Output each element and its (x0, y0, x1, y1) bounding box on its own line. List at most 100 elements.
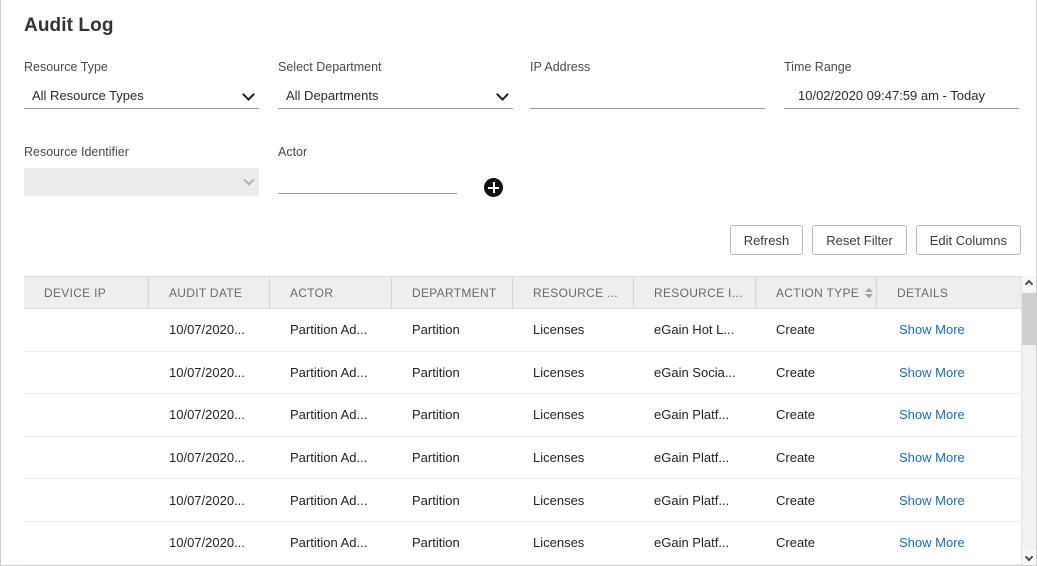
filter-resource-identifier: Resource Identifier (24, 145, 259, 196)
table-vertical-scrollbar[interactable] (1021, 276, 1036, 565)
actor-input[interactable] (278, 168, 457, 193)
page-title: Audit Log (24, 15, 114, 36)
table-cell: Licenses (533, 535, 585, 551)
column-header[interactable]: ACTION TYPE (756, 277, 877, 308)
column-header[interactable]: DETAILS (877, 277, 989, 308)
ip-address-input[interactable] (530, 83, 765, 108)
table-cell: Partition (412, 322, 460, 338)
filter-actor-label: Actor (278, 145, 308, 159)
filter-actor: Actor (278, 145, 457, 194)
filter-time-range-label: Time Range (784, 60, 852, 74)
show-more-link[interactable]: Show More (877, 437, 989, 479)
table-header-row: DEVICE IP AUDIT DATE ACTOR DEPARTMENT RESOUR… (24, 276, 1023, 309)
time-range-field-wrap[interactable]: 10/02/2020 09:47:59 am - Today (784, 83, 1019, 109)
table-row[interactable]: 10/07/2020... Partition Ad... Partition Lic… (24, 394, 1023, 437)
table-cell: 10/07/2020... (169, 322, 245, 338)
table-cell: 10/07/2020... (169, 492, 245, 508)
column-header[interactable]: AUDIT DATE (149, 277, 270, 308)
resource-type-value: All Resource Types (32, 88, 144, 103)
column-header[interactable]: RESOURCE I... (634, 277, 756, 308)
table-cell: eGain Platf... (654, 407, 730, 423)
actor-field-wrap (278, 168, 457, 194)
table-cell: Create (776, 364, 816, 380)
show-more-link[interactable]: Show More (877, 352, 989, 394)
column-header[interactable]: RESOURCE ... (513, 277, 634, 308)
filter-ip-address-label: IP Address (530, 60, 591, 74)
filter-time-range: Time Range 10/02/2020 09:47:59 am - Toda… (784, 60, 1019, 109)
table-cell: eGain Platf... (654, 450, 730, 466)
chevron-down-icon (242, 87, 255, 101)
table-row[interactable]: 10/07/2020... Partition Ad... Partition Lic… (24, 436, 1023, 480)
column-header-label: RESOURCE I... (654, 285, 743, 300)
resource-identifier-select[interactable] (24, 168, 259, 196)
table-cell (24, 437, 149, 479)
chevron-up-icon (1024, 279, 1034, 289)
column-header-label: RESOURCE ... (533, 285, 618, 300)
column-header[interactable]: DEVICE IP (24, 277, 149, 308)
table-cell: Partition (412, 492, 460, 508)
show-more-link[interactable]: Show More (877, 479, 989, 521)
table-row[interactable]: 10/07/2020... Partition Ad... Partition Lic… (24, 309, 1023, 352)
table-cell: Partition (412, 450, 460, 466)
chevron-down-icon (1024, 552, 1034, 562)
table-cell: 10/07/2020... (169, 364, 245, 380)
reset-filter-button[interactable]: Reset Filter (812, 225, 907, 255)
table-cell: Partition Ad... (290, 450, 368, 466)
filter-ip-address: IP Address (530, 60, 765, 109)
table-body: 10/07/2020... Partition Ad... Partition Lic… (24, 309, 1023, 565)
resource-type-select[interactable]: All Resource Types (24, 83, 259, 109)
table-cell: Partition Ad... (290, 492, 368, 508)
table-cell: 10/07/2020... (169, 450, 245, 466)
filter-select-department-label: Select Department (278, 60, 382, 74)
table-cell: Partition Ad... (290, 407, 368, 423)
audit-log-table: DEVICE IP AUDIT DATE ACTOR DEPARTMENT RESOUR… (24, 276, 1023, 565)
table-cell (24, 479, 149, 521)
column-header-label: DEPARTMENT (412, 285, 497, 300)
scrollbar-thumb[interactable] (1022, 293, 1036, 345)
scroll-up-button[interactable] (1022, 276, 1036, 292)
plus-circle-icon[interactable] (484, 178, 503, 197)
table-row[interactable]: 10/07/2020... Partition Ad... Partition Lic… (24, 351, 1023, 395)
column-header-label: DETAILS (897, 285, 949, 300)
select-department-select[interactable]: All Departments (278, 83, 513, 109)
table-cell: Create (776, 407, 816, 423)
table-cell: 10/07/2020... (169, 407, 245, 423)
chevron-down-icon (496, 87, 509, 101)
edit-columns-button[interactable]: Edit Columns (915, 225, 1021, 255)
table-cell: Partition Ad... (290, 322, 368, 338)
column-header-label: DEVICE IP (44, 285, 107, 300)
table-row[interactable]: 10/07/2020... Partition Ad... Partition Lic… (24, 521, 1023, 565)
table-cell: Partition Ad... (290, 535, 368, 551)
refresh-button[interactable]: Refresh (729, 225, 804, 255)
table-cell: eGain Platf... (654, 492, 730, 508)
sort-icon[interactable] (865, 287, 874, 299)
column-header-label: AUDIT DATE (169, 285, 243, 300)
table-cell: eGain Socia... (654, 364, 736, 380)
show-more-link[interactable]: Show More (877, 394, 989, 436)
select-department-value: All Departments (286, 88, 379, 103)
table-cell: Create (776, 492, 816, 508)
show-more-link[interactable]: Show More (877, 522, 989, 564)
column-header[interactable]: ACTOR (270, 277, 392, 308)
table-toolbar: Refresh Reset Filter Edit Columns (729, 225, 1021, 255)
table-row[interactable]: 10/07/2020... Partition Ad... Partition Lic… (24, 479, 1023, 522)
table-cell: Partition (412, 535, 460, 551)
chevron-down-icon (243, 174, 255, 186)
filter-select-department: Select Department All Departments (278, 60, 513, 109)
table-cell (24, 309, 149, 351)
scroll-down-button[interactable] (1022, 550, 1036, 565)
table-cell: Licenses (533, 407, 585, 423)
table-cell: eGain Hot L... (654, 322, 735, 338)
table-cell: Licenses (533, 492, 585, 508)
ip-address-field-wrap (530, 83, 765, 109)
column-header[interactable]: DEPARTMENT (392, 277, 513, 308)
filter-resource-identifier-label: Resource Identifier (24, 145, 129, 159)
column-header-label: ACTION TYPE (776, 285, 860, 300)
table-cell: Licenses (533, 450, 585, 466)
show-more-link[interactable]: Show More (877, 309, 989, 351)
table-cell: Licenses (533, 364, 585, 380)
table-cell: Create (776, 535, 816, 551)
filter-resource-type: Resource Type All Resource Types (24, 60, 259, 109)
table-cell: Partition Ad... (290, 364, 368, 380)
audit-log-page: Audit Log Resource Type All Resource Typ… (0, 0, 1037, 566)
